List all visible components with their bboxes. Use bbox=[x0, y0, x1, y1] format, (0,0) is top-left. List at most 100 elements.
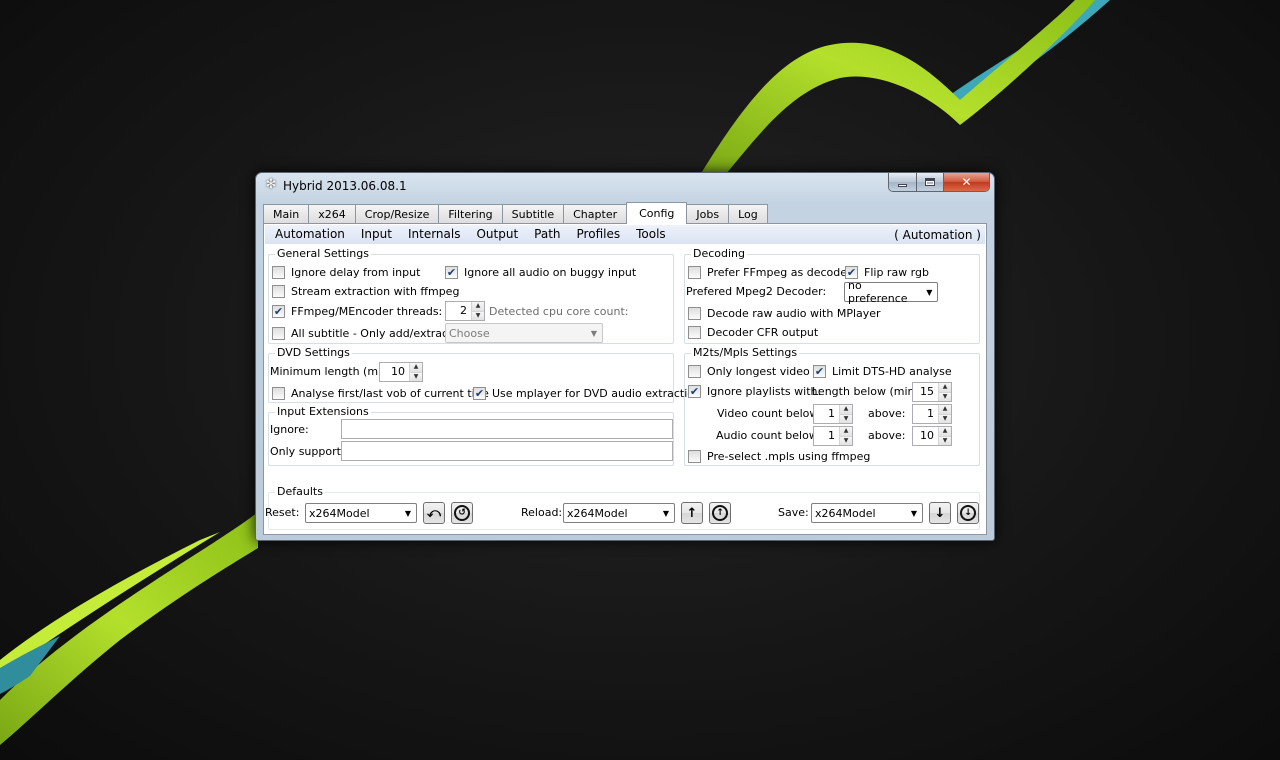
save-all-button[interactable]: ↓ bbox=[957, 502, 979, 524]
spin-down-icon[interactable]: ▼ bbox=[939, 436, 951, 445]
mpeg2-decoder-label: Prefered Mpeg2 Decoder: bbox=[686, 285, 827, 298]
decode-raw-audio-row: Decode raw audio with MPlayer bbox=[688, 305, 881, 321]
spin-down-icon[interactable]: ▼ bbox=[840, 414, 852, 423]
prefer-ffmpeg-row: Prefer FFmpeg as decoder bbox=[688, 264, 852, 280]
dropdown-arrow-icon: ▼ bbox=[910, 508, 918, 518]
submenu-profiles[interactable]: Profiles bbox=[569, 225, 629, 244]
threads-value: 2 bbox=[460, 304, 467, 317]
ignore-playlists-checkbox[interactable]: ✔ bbox=[688, 384, 701, 398]
limit-dts-row: ✔ Limit DTS-HD analyse bbox=[813, 363, 952, 379]
spin-up-icon[interactable]: ▲ bbox=[840, 427, 852, 437]
submenu-automation[interactable]: Automation bbox=[265, 225, 353, 244]
reload-button[interactable]: ↑ bbox=[681, 502, 703, 524]
min-length-spinbox[interactable]: 10 ▲ ▼ bbox=[379, 362, 423, 382]
reset-button[interactable]: ⤺ bbox=[423, 502, 445, 524]
tab-log[interactable]: Log bbox=[728, 204, 768, 224]
ignore-ext-label: Ignore: bbox=[270, 423, 309, 436]
spin-up-icon[interactable]: ▲ bbox=[939, 405, 951, 415]
decoder-cfr-row: Decoder CFR output bbox=[688, 324, 818, 340]
tab-x264[interactable]: x264 bbox=[308, 204, 356, 224]
tab-subtitle[interactable]: Subtitle bbox=[501, 204, 565, 224]
submenu-output[interactable]: Output bbox=[468, 225, 526, 244]
input-extensions-group: Input Extensions Ignore: Only support: bbox=[268, 405, 674, 466]
save-button[interactable]: ↓ bbox=[929, 502, 951, 524]
dvd-settings-title: DVD Settings bbox=[275, 346, 352, 360]
arrow-up-icon: ↑ bbox=[686, 505, 698, 521]
only-support-input[interactable] bbox=[341, 441, 673, 461]
reload-profile-combo[interactable]: x264Model ▼ bbox=[563, 503, 675, 523]
prefer-ffmpeg-label: Prefer FFmpeg as decoder bbox=[707, 265, 852, 279]
tab-jobs[interactable]: Jobs bbox=[686, 204, 730, 224]
flip-raw-rgb-checkbox[interactable]: ✔ bbox=[845, 265, 858, 279]
maximize-button[interactable] bbox=[916, 173, 943, 191]
submenu-internals[interactable]: Internals bbox=[400, 225, 469, 244]
reset-profile-combo[interactable]: x264Model ▼ bbox=[305, 503, 417, 523]
reset-all-button[interactable]: ↺ bbox=[451, 502, 473, 524]
save-profile-combo[interactable]: x264Model ▼ bbox=[811, 503, 923, 523]
audio-above-spinbox[interactable]: 10 ▲ ▼ bbox=[912, 426, 952, 446]
reload-profile-value: x264Model bbox=[567, 506, 628, 520]
length-below-value: 15 bbox=[920, 385, 934, 398]
decode-raw-audio-checkbox[interactable] bbox=[688, 306, 701, 320]
use-mplayer-label: Use mplayer for DVD audio extraction bbox=[492, 386, 701, 400]
maximize-icon bbox=[925, 178, 935, 186]
minimize-button[interactable] bbox=[889, 173, 916, 191]
config-submenu: Automation Input Internals Output Path P… bbox=[265, 225, 985, 244]
spin-down-icon[interactable]: ▼ bbox=[410, 372, 422, 381]
spin-up-icon[interactable]: ▲ bbox=[939, 383, 951, 393]
spin-down-icon[interactable]: ▼ bbox=[939, 414, 951, 423]
ignore-playlists-label: Ignore playlists with: bbox=[707, 384, 822, 398]
limit-dts-checkbox[interactable]: ✔ bbox=[813, 364, 826, 378]
spin-up-icon[interactable]: ▲ bbox=[472, 302, 484, 312]
tab-crop-resize[interactable]: Crop/Resize bbox=[354, 204, 440, 224]
hybrid-window: ✻ Hybrid 2013.06.08.1 ✕ Main x264 Crop/R… bbox=[255, 172, 995, 541]
cpu-core-count-label: Detected cpu core count: bbox=[489, 305, 629, 318]
all-subtitle-checkbox[interactable] bbox=[272, 326, 285, 340]
audio-count-spinbox[interactable]: 1 ▲ ▼ bbox=[813, 426, 853, 446]
spin-up-icon[interactable]: ▲ bbox=[840, 405, 852, 415]
spin-up-icon[interactable]: ▲ bbox=[939, 427, 951, 437]
use-mplayer-checkbox[interactable]: ✔ bbox=[473, 386, 486, 400]
spin-up-icon[interactable]: ▲ bbox=[410, 363, 422, 373]
spin-down-icon[interactable]: ▼ bbox=[840, 436, 852, 445]
ignore-audio-checkbox[interactable]: ✔ bbox=[445, 265, 458, 279]
threads-spinbox[interactable]: 2 ▲ ▼ bbox=[445, 301, 485, 321]
threads-checkbox[interactable]: ✔ bbox=[272, 304, 285, 318]
close-button[interactable]: ✕ bbox=[943, 173, 989, 191]
video-count-spinbox[interactable]: 1 ▲ ▼ bbox=[813, 404, 853, 424]
submenu-path[interactable]: Path bbox=[526, 225, 568, 244]
ignore-ext-input[interactable] bbox=[341, 419, 673, 439]
spin-down-icon[interactable]: ▼ bbox=[472, 311, 484, 320]
defaults-group: Defaults Reset: x264Model ▼ ⤺ ↺ Reload: … bbox=[265, 485, 980, 530]
spin-down-icon[interactable]: ▼ bbox=[939, 392, 951, 401]
mpeg2-decoder-combo[interactable]: no preference ▼ bbox=[844, 279, 938, 305]
ignore-delay-label: Ignore delay from input bbox=[291, 265, 421, 279]
decoding-title: Decoding bbox=[691, 247, 748, 261]
tab-config[interactable]: Config bbox=[626, 202, 688, 224]
ignore-delay-checkbox[interactable] bbox=[272, 265, 285, 279]
only-longest-checkbox[interactable] bbox=[688, 364, 701, 378]
reload-all-button[interactable]: ↑ bbox=[709, 502, 731, 524]
wallpaper-green-ribbon-bottom bbox=[0, 512, 258, 745]
video-above-spinbox[interactable]: 1 ▲ ▼ bbox=[912, 404, 952, 424]
analyse-vob-checkbox[interactable] bbox=[272, 386, 285, 400]
min-length-label: Minimum length (min): bbox=[270, 365, 397, 378]
flip-raw-rgb-label: Flip raw rgb bbox=[864, 265, 929, 279]
main-tab-bar: Main x264 Crop/Resize Filtering Subtitle… bbox=[263, 202, 768, 224]
audio-count-label: Audio count below: bbox=[716, 429, 821, 442]
decoder-cfr-label: Decoder CFR output bbox=[707, 325, 819, 339]
length-below-spinbox[interactable]: 15 ▲ ▼ bbox=[912, 382, 952, 402]
submenu-input[interactable]: Input bbox=[353, 225, 400, 244]
tab-main[interactable]: Main bbox=[263, 204, 310, 224]
decoder-cfr-checkbox[interactable] bbox=[688, 325, 701, 339]
title-bar[interactable]: ✻ Hybrid 2013.06.08.1 ✕ bbox=[256, 173, 994, 199]
subtitle-choose-combo[interactable]: Choose ▼ bbox=[445, 323, 603, 343]
tab-filtering[interactable]: Filtering bbox=[438, 204, 503, 224]
only-longest-row: Only longest video bbox=[688, 363, 810, 379]
submenu-tools[interactable]: Tools bbox=[628, 225, 674, 244]
stream-extraction-checkbox[interactable] bbox=[272, 284, 285, 298]
prefer-ffmpeg-checkbox[interactable] bbox=[688, 265, 701, 279]
preselect-mpls-checkbox[interactable] bbox=[688, 449, 701, 463]
tab-chapter[interactable]: Chapter bbox=[563, 204, 628, 224]
only-support-label: Only support: bbox=[270, 445, 345, 458]
